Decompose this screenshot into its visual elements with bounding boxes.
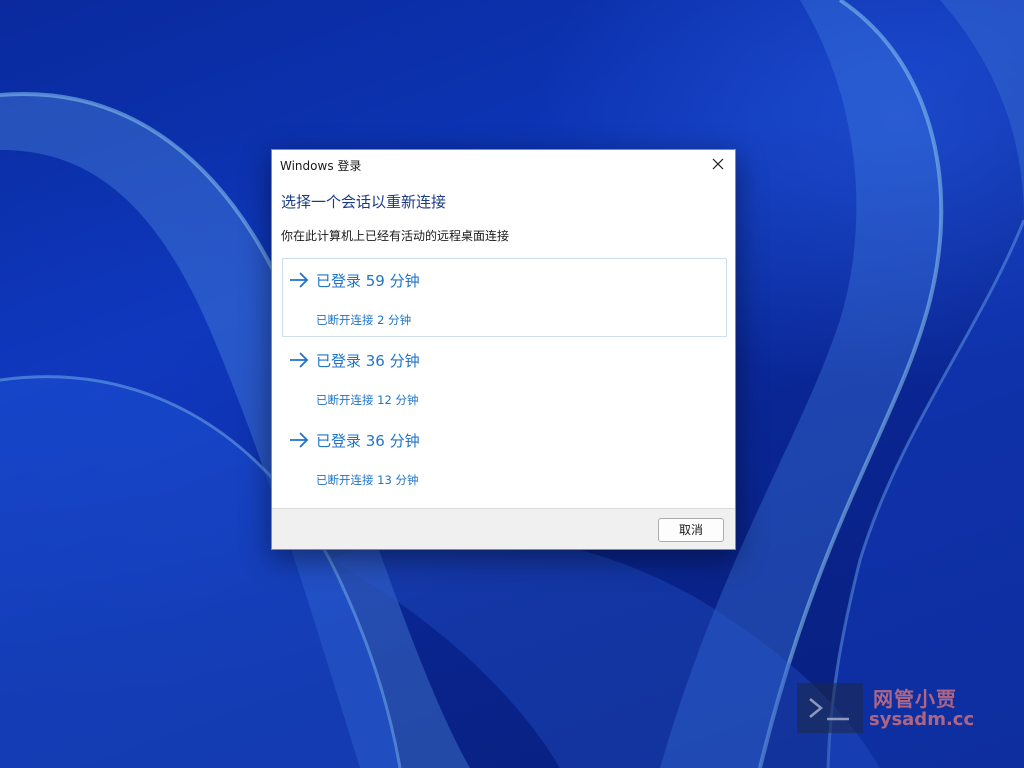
watermark-logo-box	[797, 683, 863, 733]
watermark: 网管小贾 sysadm.cc	[797, 683, 977, 733]
session-detail: 已断开连接 13 分钟	[316, 473, 419, 487]
close-icon	[712, 158, 724, 170]
session-label: 已登录 36 分钟	[316, 432, 420, 450]
terminal-icon	[809, 698, 849, 721]
dialog-title: Windows 登录	[280, 159, 362, 173]
watermark-en-text: sysadm.cc	[869, 709, 975, 730]
session-item-1[interactable]: 已登录 59 分钟 已断开连接 2 分钟	[282, 258, 727, 337]
arrow-right-icon	[290, 352, 309, 368]
dialog-footer: 取消	[272, 508, 735, 549]
dialog-subheading: 你在此计算机上已经有活动的远程桌面连接	[281, 229, 510, 243]
close-button[interactable]	[707, 154, 729, 174]
dialog-heading: 选择一个会话以重新连接	[281, 193, 447, 211]
session-item-2[interactable]: 已登录 36 分钟 已断开连接 12 分钟	[282, 338, 727, 417]
session-label: 已登录 59 分钟	[316, 272, 420, 290]
windows-login-dialog: Windows 登录 选择一个会话以重新连接 你在此计算机上已经有活动的远程桌面…	[271, 149, 736, 550]
session-item-3[interactable]: 已登录 36 分钟 已断开连接 13 分钟	[282, 418, 727, 497]
arrow-right-icon	[290, 432, 309, 448]
dialog-titlebar: Windows 登录	[272, 150, 735, 178]
session-detail: 已断开连接 2 分钟	[316, 313, 412, 327]
session-label: 已登录 36 分钟	[316, 352, 420, 370]
cancel-button[interactable]: 取消	[658, 518, 724, 542]
watermark-cn-text: 网管小贾	[873, 687, 957, 711]
arrow-right-icon	[290, 272, 309, 288]
session-detail: 已断开连接 12 分钟	[316, 393, 419, 407]
